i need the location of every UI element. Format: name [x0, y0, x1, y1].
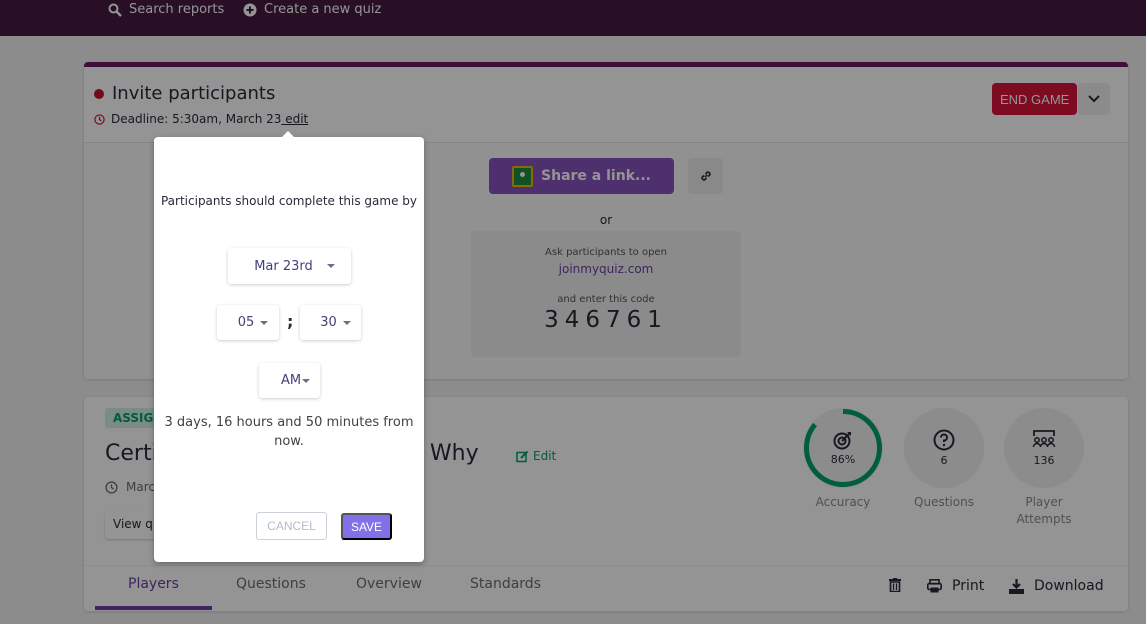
hour-select[interactable]: 05	[217, 305, 279, 340]
time-remaining-text: 3 days, 16 hours and 50 minutes from now…	[164, 415, 414, 449]
minute-select[interactable]: 30	[300, 305, 361, 340]
caret-down-icon	[342, 320, 351, 325]
popover-title: Participants should complete this game b…	[160, 194, 418, 208]
cancel-button[interactable]: CANCEL	[256, 512, 327, 540]
caret-down-icon	[260, 320, 269, 325]
caret-down-icon	[302, 378, 311, 383]
date-select-value: Mar 23rd	[254, 258, 313, 274]
am-pm-select-value: AM	[280, 373, 302, 388]
deadline-edit-popover: Participants should complete this game b…	[154, 131, 424, 562]
am-pm-select[interactable]: AM	[259, 363, 320, 398]
caret-down-icon	[326, 264, 335, 268]
minute-select-value: 30	[320, 315, 337, 330]
time-separator: ;	[287, 312, 294, 331]
save-button[interactable]: SAVE	[341, 513, 392, 540]
hour-select-value: 05	[237, 315, 255, 330]
date-select[interactable]: Mar 23rd	[228, 248, 351, 284]
